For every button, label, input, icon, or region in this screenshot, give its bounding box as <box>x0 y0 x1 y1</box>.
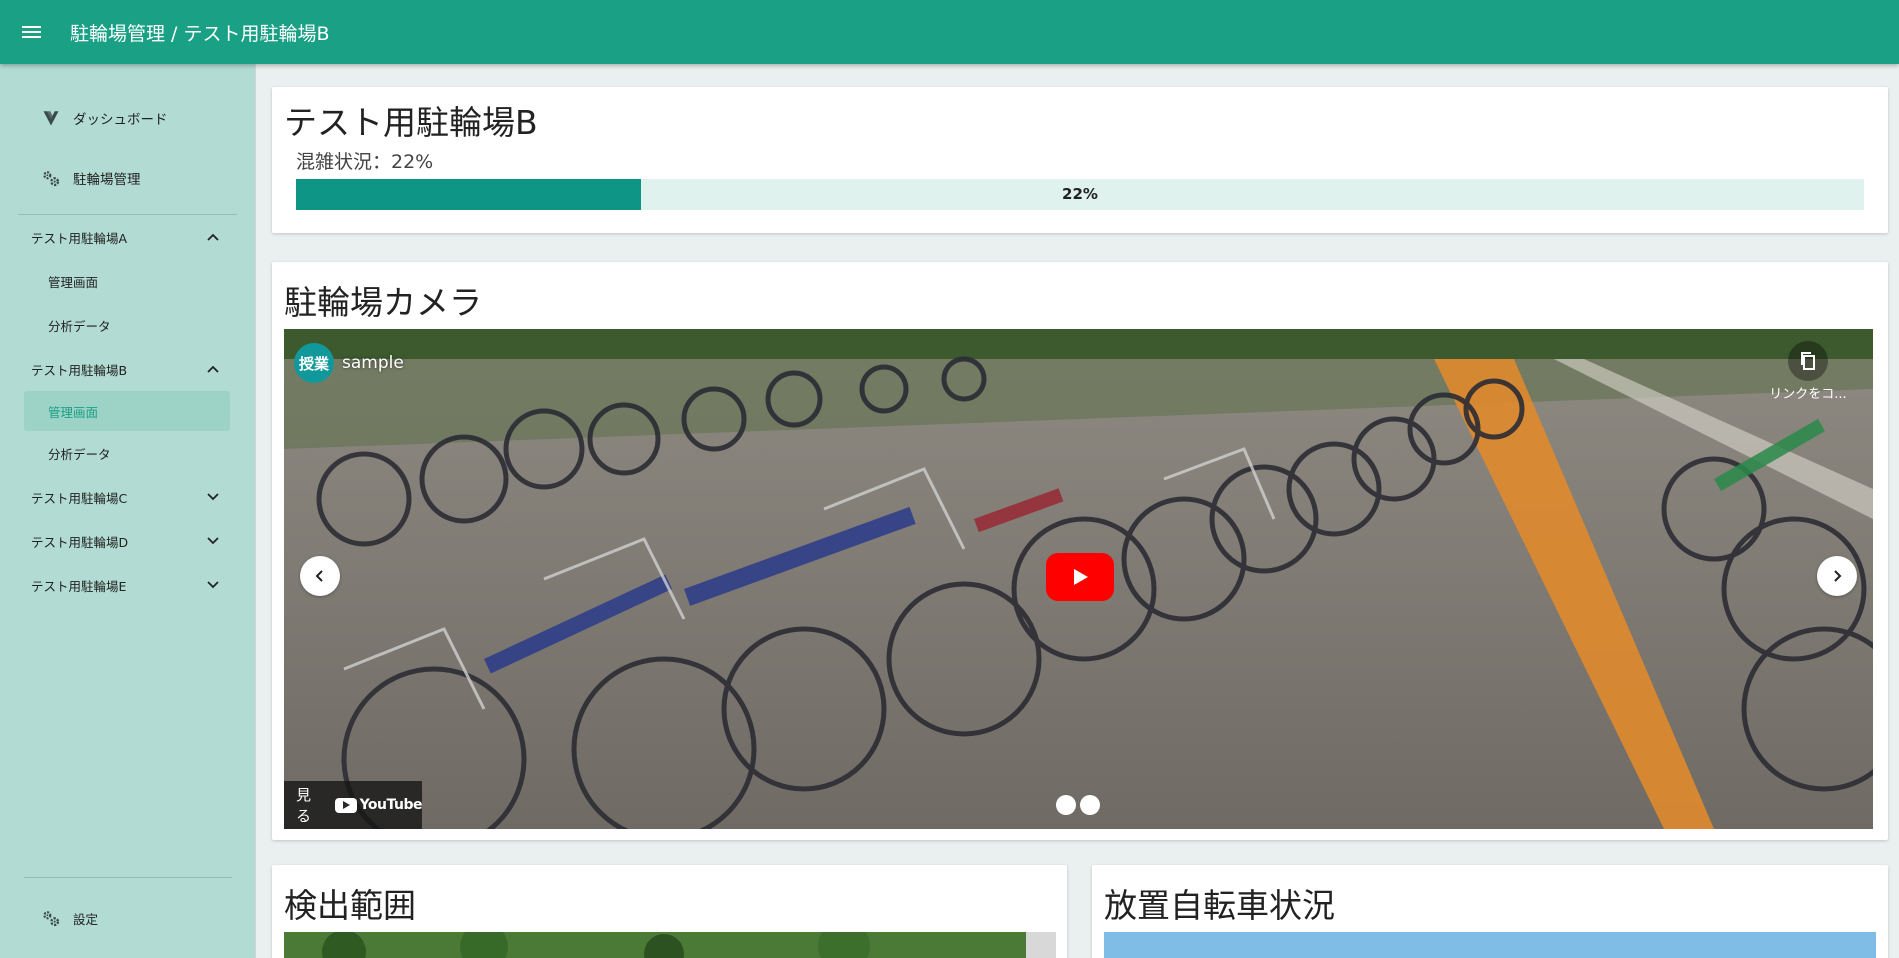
channel-name[interactable]: sample <box>342 353 404 373</box>
sidebar-item-a-analytics[interactable]: 分析データ <box>0 303 255 347</box>
carousel-indicators <box>1056 795 1100 815</box>
channel-avatar[interactable]: 授業 <box>294 343 334 383</box>
group-label: テスト用駐輪場B <box>31 362 128 378</box>
nav-item-parking-management[interactable]: 駐輪場管理 <box>0 148 255 208</box>
congestion-label: 混雑状況：22% <box>296 151 434 173</box>
carousel-prev-button[interactable] <box>300 556 340 596</box>
group-label: テスト用駐輪場D <box>31 534 129 550</box>
chevron-up-icon <box>207 365 219 373</box>
nav-item-label: 駐輪場管理 <box>73 172 141 188</box>
chevron-right-icon <box>1834 570 1842 582</box>
sidebar: ダッシュボード 駐輪場管理 テスト用駐輪場A 管理画面 分析データ テスト用駐輪… <box>0 64 256 958</box>
sidebar-item-b-analytics[interactable]: 分析データ <box>0 431 255 475</box>
status-card: テスト用駐輪場B 混雑状況：22% 22% <box>272 87 1888 233</box>
sidebar-item-a-admin[interactable]: 管理画面 <box>0 259 255 303</box>
carousel-dot[interactable] <box>1056 795 1076 815</box>
abandoned-title: 放置自転車状況 <box>1104 886 1335 925</box>
youtube-logo-icon: YouTube <box>334 797 423 813</box>
watch-on-youtube-button[interactable]: 見る YouTube <box>284 781 423 829</box>
camera-title: 駐輪場カメラ <box>284 283 482 322</box>
detection-card: 検出範囲 <box>272 865 1067 958</box>
abandoned-card: 放置自転車状況 <box>1092 865 1888 958</box>
abandoned-preview <box>1104 932 1876 958</box>
menu-icon[interactable] <box>0 0 62 64</box>
chevron-down-icon <box>207 581 219 589</box>
group-parking-b[interactable]: テスト用駐輪場B <box>0 347 255 391</box>
chevron-left-icon <box>315 570 323 582</box>
watch-label: 見る <box>296 786 312 825</box>
video-player[interactable]: 授業 sample リンクをコ... 見る YouTube <box>284 329 1873 829</box>
congestion-progress-bar: 22% <box>296 179 1864 210</box>
nav-item-settings[interactable]: 設定 <box>0 878 256 958</box>
play-icon <box>1074 569 1088 585</box>
carousel-dot[interactable] <box>1080 795 1100 815</box>
progress-text: 22% <box>1062 185 1098 203</box>
group-parking-a[interactable]: テスト用駐輪場A <box>0 215 255 259</box>
nav-item-dashboard[interactable]: ダッシュボード <box>0 88 255 148</box>
chevron-down-icon <box>207 537 219 545</box>
group-parking-e[interactable]: テスト用駐輪場E <box>0 563 255 607</box>
chevron-down-icon <box>207 493 219 501</box>
channel-info[interactable]: 授業 sample <box>294 343 404 383</box>
youtube-logo-text: YouTube <box>359 797 423 813</box>
play-button[interactable] <box>1046 553 1114 601</box>
nav-item-label: ダッシュボード <box>73 112 168 128</box>
chevron-up-icon <box>207 233 219 241</box>
detection-preview-image <box>284 932 1056 958</box>
group-parking-c[interactable]: テスト用駐輪場C <box>0 475 255 519</box>
gears-icon <box>40 907 62 929</box>
app-bar: 駐輪場管理 / テスト用駐輪場B <box>0 0 1899 64</box>
page-title: テスト用駐輪場B <box>284 103 538 142</box>
group-parking-d[interactable]: テスト用駐輪場D <box>0 519 255 563</box>
app-title: 駐輪場管理 / テスト用駐輪場B <box>70 22 330 45</box>
carousel-next-button[interactable] <box>1817 556 1857 596</box>
detection-title: 検出範囲 <box>284 886 416 925</box>
copy-icon <box>1788 341 1828 381</box>
group-label: テスト用駐輪場C <box>31 490 128 506</box>
nav-item-label: 設定 <box>73 911 99 927</box>
camera-card: 駐輪場カメラ 授業 sample リンクをコ... 見る YouTube <box>272 262 1888 840</box>
vuetify-logo-icon <box>40 107 62 129</box>
copy-link-button[interactable]: リンクをコ... <box>1763 341 1853 402</box>
group-label: テスト用駐輪場E <box>31 578 127 594</box>
copy-link-label: リンクをコ... <box>1769 387 1847 402</box>
group-label: テスト用駐輪場A <box>31 230 128 246</box>
sidebar-item-b-admin[interactable]: 管理画面 <box>24 391 230 431</box>
gears-icon <box>40 167 62 189</box>
